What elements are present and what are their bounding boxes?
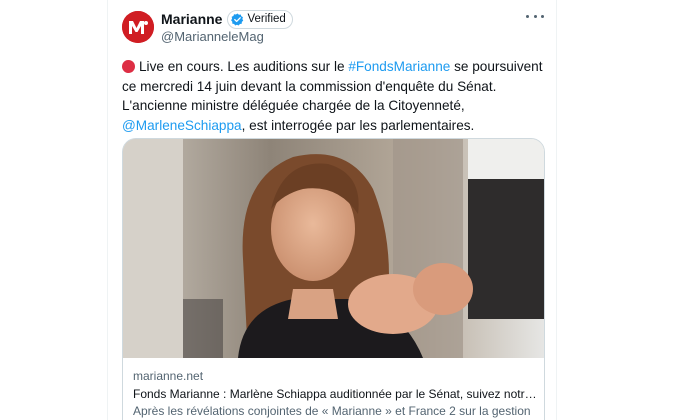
more-dots-icon[interactable] — [526, 9, 544, 23]
verified-check-icon — [231, 13, 244, 25]
account-name[interactable]: Marianne — [161, 11, 222, 27]
mention-link[interactable]: @MarleneSchiappa — [122, 118, 242, 133]
link-title[interactable]: Fonds Marianne : Marlène Schiappa auditi… — [133, 386, 538, 404]
article-photo-image — [123, 139, 544, 358]
tweet-card: Marianne Verified @MarianneleMag Live en… — [107, 0, 557, 420]
marianne-logo-icon — [122, 11, 154, 43]
link-meta: marianne.net Fonds Marianne : Marlène Sc… — [133, 368, 538, 420]
link-domain: marianne.net — [133, 369, 204, 383]
link-description: Après les révélations conjointes de « Ma… — [133, 404, 531, 418]
tweet-text-part-3: , est interrogée par les parlementaires. — [241, 117, 475, 133]
avatar[interactable] — [122, 11, 154, 43]
red-circle-icon — [122, 60, 135, 73]
article-photo[interactable] — [123, 139, 544, 358]
link-preview-card[interactable]: marianne.net Fonds Marianne : Marlène Sc… — [122, 138, 545, 420]
hashtag-link[interactable]: #FondsMarianne — [348, 59, 450, 74]
tweet-text: Live en cours. Les auditions sur le #Fon… — [122, 57, 550, 135]
tweet-text-part-1: Live en cours. Les auditions sur le — [139, 59, 349, 74]
account-handle[interactable]: @MarianneleMag — [161, 29, 264, 44]
verified-badge[interactable]: Verified — [227, 9, 293, 29]
author-row: Marianne Verified — [161, 9, 293, 29]
verified-label: Verified — [247, 13, 286, 25]
